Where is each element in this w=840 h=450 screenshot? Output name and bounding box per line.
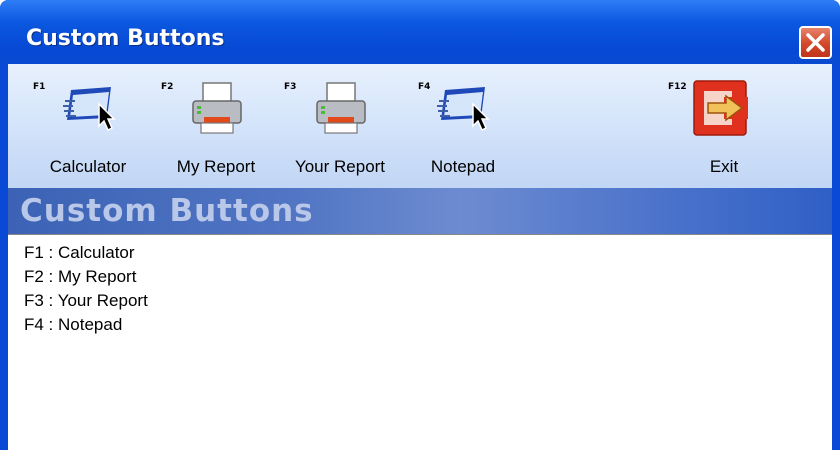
shortcut-key-label: F1 bbox=[33, 82, 46, 92]
close-button[interactable] bbox=[799, 26, 832, 59]
your-report-button[interactable]: F3 Your Report bbox=[278, 64, 402, 188]
window-cursor-icon bbox=[437, 87, 490, 132]
shortcut-key-label: F4 bbox=[418, 82, 431, 92]
printer-icon bbox=[192, 82, 242, 134]
window-cursor-icon bbox=[63, 87, 116, 132]
list-item: F4 : Notepad bbox=[24, 315, 123, 334]
section-header: Custom Buttons bbox=[8, 188, 832, 234]
notepad-button[interactable]: F4 Notepad bbox=[413, 64, 513, 188]
calculator-button[interactable]: F1 Calculator bbox=[28, 64, 148, 188]
list-item: F3 : Your Report bbox=[24, 291, 148, 310]
printer-icon bbox=[316, 82, 366, 134]
shortcut-list: F1 : Calculator F2 : My Report F3 : Your… bbox=[8, 234, 832, 450]
section-title: Custom Buttons bbox=[20, 193, 314, 229]
toolbar: F1 Calculator F2 My Report F3 Your Repor… bbox=[8, 64, 832, 189]
exit-door-icon bbox=[693, 80, 748, 136]
exit-button[interactable]: F12 Exit bbox=[668, 64, 788, 188]
shortcut-key-label: F12 bbox=[668, 82, 687, 92]
calculator-label: Calculator bbox=[49, 157, 127, 176]
shortcut-key-label: F2 bbox=[161, 82, 174, 92]
app-window: Custom Buttons F1 Calculator F2 My Repor… bbox=[0, 0, 840, 450]
your-report-label: Your Report bbox=[294, 157, 386, 176]
title-bar[interactable]: Custom Buttons bbox=[0, 0, 840, 64]
close-icon bbox=[806, 33, 825, 52]
notepad-label: Notepad bbox=[430, 157, 496, 176]
my-report-button[interactable]: F2 My Report bbox=[156, 64, 276, 188]
client-area: F1 Calculator F2 My Report F3 Your Repor… bbox=[8, 64, 832, 450]
exit-label: Exit bbox=[709, 157, 739, 176]
list-item: F1 : Calculator bbox=[24, 243, 135, 262]
list-item: F2 : My Report bbox=[24, 267, 137, 286]
shortcut-key-label: F3 bbox=[284, 82, 297, 92]
my-report-label: My Report bbox=[176, 157, 256, 176]
window-title: Custom Buttons bbox=[26, 26, 225, 51]
